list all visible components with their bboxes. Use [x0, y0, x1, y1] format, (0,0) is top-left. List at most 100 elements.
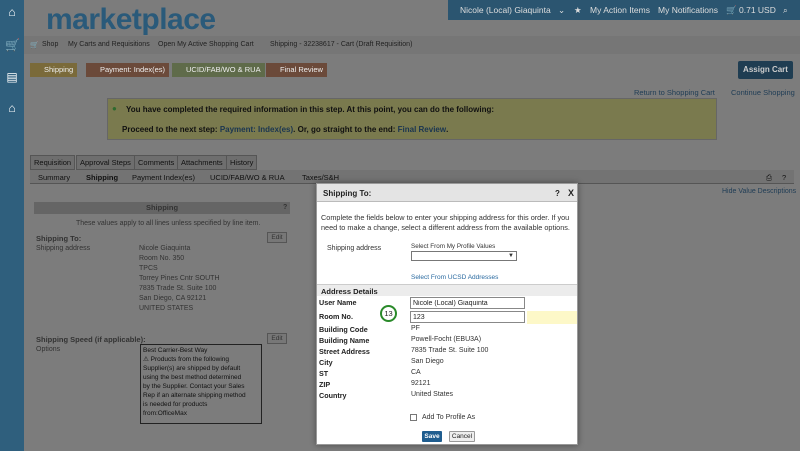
profile-values-label: Select From My Profile Values	[411, 243, 496, 250]
warning-icon: ⚠	[143, 356, 149, 363]
tab-history[interactable]: History	[226, 155, 258, 170]
cart-icon[interactable]: 🛒	[5, 38, 20, 52]
shipping-speed-title: Shipping Speed (if applicable):	[36, 335, 146, 344]
shipping-to-dialog: Shipping To: ? X Complete the fields bel…	[316, 183, 578, 445]
check-icon: ●	[112, 104, 117, 113]
address-line: 7835 Trade St. Suite 100	[139, 285, 217, 292]
step-number-badge: 13	[380, 305, 397, 322]
building-name-label: Building Name	[319, 336, 370, 345]
options-label: Options	[36, 346, 61, 353]
documents-icon[interactable]: ▤	[5, 70, 19, 84]
action-items-link[interactable]: My Action Items	[590, 5, 650, 15]
home-icon[interactable]: ⌂	[5, 5, 19, 19]
tab-taxes[interactable]: Taxes/S&H	[302, 173, 339, 182]
edit-ship-to-button[interactable]: Edit	[267, 232, 287, 243]
shipping-address-label: Shipping address	[327, 245, 382, 252]
tab-attachments[interactable]: Attachments	[177, 155, 227, 170]
address-line: TPCS	[139, 265, 158, 272]
print-icon[interactable]: ⎙	[766, 173, 772, 183]
nav-carts[interactable]: My Carts and Requisitions	[68, 41, 150, 48]
address-line: San Diego, CA 92121	[139, 295, 207, 302]
continue-shopping-link[interactable]: Continue Shopping	[731, 88, 795, 97]
step-final-review[interactable]: Final Review	[266, 63, 327, 77]
country-label: Country	[319, 391, 347, 400]
ucsd-addresses-link[interactable]: Select From UCSD Addresses	[411, 274, 498, 281]
star-icon[interactable]: ★	[574, 5, 582, 16]
left-rail: ⌂ 🛒 ▤ ⌂	[0, 0, 24, 451]
notice-line2: Proceed to the next step: Payment: Index…	[122, 125, 449, 134]
building-code-value: PF	[411, 325, 420, 332]
profile-address-select[interactable]: ▼	[411, 251, 517, 261]
tab-ucid[interactable]: UCID/FAB/WO & RUA	[210, 173, 285, 182]
zip-value: 92121	[411, 380, 431, 387]
panel-subnote: These values apply to all lines unless s…	[76, 220, 261, 227]
address-line: Nicole Giaquinta	[139, 245, 191, 252]
user-chevron-icon[interactable]: ⌄	[558, 5, 565, 16]
state-label: ST	[319, 369, 329, 378]
address-line: Room No. 350	[139, 255, 185, 262]
room-no-input[interactable]	[410, 311, 525, 323]
dialog-title: Shipping To:	[323, 189, 372, 198]
country-value: United States	[411, 391, 454, 398]
cart-total[interactable]: 0.71 USD	[739, 5, 776, 15]
address-line: UNITED STATES	[139, 305, 194, 312]
user-name-input[interactable]	[410, 297, 525, 309]
tab-payment-index[interactable]: Payment Index(es)	[132, 173, 195, 182]
city-label: City	[319, 358, 333, 367]
notice-line1: You have completed the required informat…	[126, 105, 495, 114]
page: ⌂ 🛒 ▤ ⌂ marketplace Nicole (Local) Giaqu…	[0, 0, 800, 451]
dialog-header: Shipping To: ? X	[317, 184, 577, 202]
tab-comments[interactable]: Comments	[134, 155, 179, 170]
user-menu[interactable]: Nicole (Local) Giaquinta	[460, 5, 551, 15]
search-icon[interactable]: ⌕	[783, 5, 788, 16]
street-address-value: 7835 Trade St. Suite 100	[411, 347, 489, 354]
step-ucid[interactable]: UCID/FAB/WO & RUA	[172, 63, 265, 77]
nav-open-cart[interactable]: Open My Active Shopping Cart	[158, 41, 254, 48]
step-shipping[interactable]: Shipping	[30, 63, 78, 77]
dialog-intro: Complete the fields below to enter your …	[321, 213, 570, 232]
room-no-label: Room No.	[319, 312, 353, 321]
shipping-address-label: Shipping address	[36, 245, 91, 252]
shipping-speed-box: Best Carrier-Best Way ⚠ Products from th…	[140, 344, 262, 424]
nav-bar: 🛒 Shop My Carts and Requisitions Open My…	[24, 36, 800, 54]
progress-steps: Shipping Payment: Index(es) UCID/FAB/WO …	[24, 60, 800, 80]
completion-notice: ● You have completed the required inform…	[107, 98, 717, 140]
select-chevron-icon: ▼	[508, 253, 514, 259]
panel-help-icon[interactable]: ?	[283, 204, 287, 211]
final-review-link[interactable]: Final Review	[398, 125, 446, 134]
ship-to-title: Shipping To:	[36, 234, 82, 243]
save-button[interactable]: Save	[422, 431, 442, 442]
panel-header: Shipping	[34, 202, 290, 214]
assign-cart-button[interactable]: Assign Cart	[738, 61, 793, 79]
marketplace-logo[interactable]: marketplace	[46, 3, 216, 37]
bank-icon[interactable]: ⌂	[5, 101, 19, 115]
state-value: CA	[411, 369, 421, 376]
street-address-label: Street Address	[319, 347, 370, 356]
edit-speed-button[interactable]: Edit	[267, 333, 287, 344]
tab-requisition[interactable]: Requisition	[30, 155, 76, 170]
address-details-header: Address Details	[317, 284, 577, 296]
dialog-help-icon[interactable]: ?	[555, 189, 560, 198]
city-value: San Diego	[411, 358, 444, 365]
field-highlight	[527, 311, 577, 324]
cart-total-icon[interactable]: 🛒	[726, 5, 737, 16]
add-to-profile-label: Add To Profile As	[422, 414, 476, 421]
help-icon[interactable]: ?	[782, 173, 786, 182]
tab-summary[interactable]: Summary	[38, 173, 70, 182]
tab-approval-steps[interactable]: Approval Steps	[76, 155, 135, 170]
notifications-link[interactable]: My Notifications	[658, 5, 718, 15]
cancel-button[interactable]: Cancel	[449, 431, 475, 442]
step-payment[interactable]: Payment: Index(es)	[86, 63, 170, 77]
nav-shop[interactable]: Shop	[42, 41, 58, 48]
hide-descriptions-link[interactable]: Hide Value Descriptions	[722, 188, 796, 195]
tab-shipping[interactable]: Shipping	[86, 173, 118, 182]
zip-label: ZIP	[319, 380, 331, 389]
sub-tabs: Summary Shipping Payment Index(es) UCID/…	[30, 170, 794, 184]
address-line: Torrey Pines Cntr SOUTH	[139, 275, 220, 282]
shop-cart-icon: 🛒	[30, 42, 39, 49]
dialog-close-icon[interactable]: X	[568, 188, 574, 198]
payment-link[interactable]: Payment: Index(es)	[220, 125, 293, 134]
return-to-cart-link[interactable]: Return to Shopping Cart	[634, 88, 715, 97]
add-to-profile-checkbox[interactable]	[410, 414, 417, 421]
top-bar: Nicole (Local) Giaquinta ⌄ ★ My Action I…	[448, 0, 800, 20]
